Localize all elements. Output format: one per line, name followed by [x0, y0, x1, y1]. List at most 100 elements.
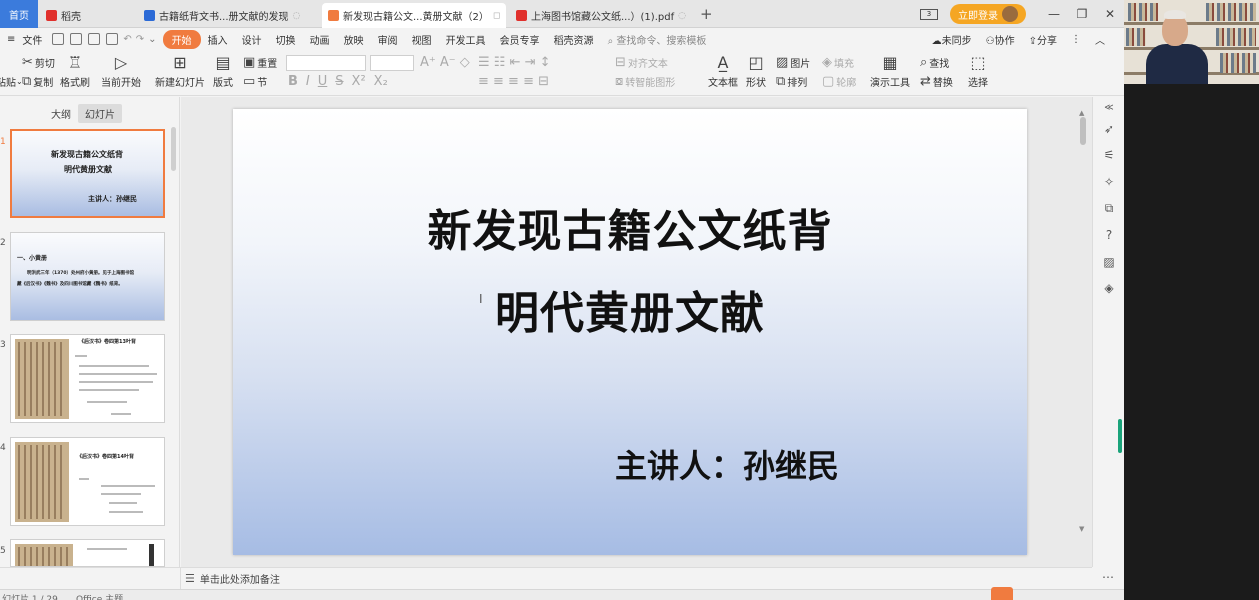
slide-thumbnail-4[interactable]: 《后汉书》卷四第14叶背 — [10, 437, 165, 526]
tab-home[interactable]: 首页 — [0, 0, 38, 28]
font-size-controls[interactable]: A⁺ A⁻ ◇ — [420, 55, 472, 70]
play-from-current-button[interactable]: ▷ 当前开始 — [101, 53, 141, 89]
login-button[interactable]: 立即登录 — [950, 4, 1026, 24]
font-size-select[interactable] — [370, 55, 414, 71]
format-painter-button[interactable]: ♖ 格式刷 — [60, 53, 90, 89]
strike-button[interactable]: S — [335, 74, 343, 89]
slide-title-line-2[interactable]: 明代黄册文献 — [233, 277, 1027, 341]
slide-thumbnail-1[interactable]: 新发现古籍公文纸背 明代黄册文献 主讲人：孙继民 — [10, 129, 165, 218]
image-tool-icon[interactable]: ▨ — [1101, 254, 1117, 270]
command-search[interactable]: ⌕ 查找命令、搜索模板 — [601, 32, 714, 47]
outline-button[interactable]: ▢ 轮廓 — [822, 74, 856, 89]
tab-view[interactable]: 视图 — [405, 32, 439, 47]
help-icon[interactable]: ? — [1101, 227, 1117, 243]
tab-docer[interactable]: 稻壳 — [40, 3, 136, 28]
collapse-panel-icon[interactable]: ≪ — [1101, 100, 1117, 116]
align-text-icon: ⊟ — [615, 55, 626, 70]
tab-review[interactable]: 审阅 — [371, 32, 405, 47]
tab-transition[interactable]: 切换 — [269, 32, 303, 47]
scroll-down-icon[interactable]: ▼ — [1079, 525, 1084, 533]
export-pdf-icon[interactable] — [70, 33, 83, 45]
restore-icon[interactable]: ❐ — [1068, 7, 1096, 21]
copy-button[interactable]: ⧉ 复制 — [22, 74, 53, 89]
tab-doc-1[interactable]: 古籍纸背文书...册文献的发现 ◌ — [138, 3, 318, 28]
redo-icon[interactable]: ↷ — [134, 34, 146, 45]
new-tab-button[interactable]: + — [700, 5, 713, 23]
align-controls[interactable]: ≡ ≡ ≡ ≡ ⊟ — [478, 74, 551, 89]
close-window-icon[interactable]: ✕ — [1096, 7, 1124, 21]
collab-button[interactable]: ⚇协作 — [979, 32, 1022, 47]
more-icon[interactable]: ⋮ — [1064, 34, 1088, 45]
tab-animation[interactable]: 动画 — [303, 32, 337, 47]
share-button[interactable]: ⇪分享 — [1022, 32, 1064, 47]
tab-start[interactable]: 开始 — [162, 29, 201, 49]
underline-button[interactable]: U — [318, 74, 328, 89]
slide-thumbnail-2[interactable]: 一、小黄册 明洪武三年（1370）处州府小黄册。见于上海图书馆 藏《后汉书》《魏… — [10, 232, 165, 321]
scroll-up-icon[interactable]: ▲ — [1079, 109, 1084, 117]
tab-label: 上海图书馆藏公文纸...）(1).pdf — [531, 12, 675, 23]
reset-button[interactable]: ▣ 重置 — [243, 55, 277, 70]
arrange-button[interactable]: ⧉ 排列 — [776, 74, 807, 89]
shape-button[interactable]: ◰ 形状 — [746, 53, 766, 89]
hamburger-icon[interactable]: ≡ — [0, 34, 22, 45]
tab-developer[interactable]: 开发工具 — [439, 32, 493, 47]
tab-slideshow[interactable]: 放映 — [337, 32, 371, 47]
cut-button[interactable]: ✂ 剪切 — [22, 55, 55, 70]
cloud-icon: ☁ — [931, 35, 942, 47]
current-slide[interactable]: 新发现古籍公文纸背 明代黄册文献 I 主讲人：孙继民 — [233, 109, 1027, 555]
layout-button[interactable]: ▤ 版式 — [213, 53, 233, 89]
picture-button[interactable]: ▨ 图片 — [776, 55, 810, 70]
tab-slides[interactable]: 幻灯片 — [78, 104, 122, 123]
zoom-slider-handle[interactable] — [1118, 419, 1122, 453]
slides-icon[interactable]: ⧉ — [1101, 200, 1117, 216]
paste-button[interactable]: 粘贴 ⌄ — [0, 74, 23, 89]
bold-button[interactable]: B — [288, 74, 298, 89]
presentation-tools-button[interactable]: ▦ 演示工具 — [870, 53, 910, 89]
rocket-icon[interactable]: ➶ — [1101, 121, 1117, 137]
font-family-select[interactable] — [286, 55, 366, 71]
textbox-button[interactable]: A̲ 文本框 — [708, 53, 738, 89]
minimize-icon[interactable]: — — [1040, 7, 1068, 21]
screen-mode-icon[interactable]: 3 — [920, 8, 938, 20]
collapse-ribbon-icon[interactable]: ︿ — [1088, 32, 1112, 47]
new-slide-button[interactable]: ⊞ 新建幻灯片 — [155, 53, 205, 89]
slide-title-line-1[interactable]: 新发现古籍公文纸背 — [233, 195, 1027, 259]
fill-button[interactable]: ◈ 填充 — [822, 55, 854, 70]
slide-number: 3 — [0, 340, 6, 350]
select-button[interactable]: ⬚ 选择 — [968, 53, 988, 89]
slide-thumbnail-5[interactable] — [10, 539, 165, 567]
pin-icon[interactable]: ✧ — [1101, 174, 1117, 190]
section-button[interactable]: ▭ 节 — [243, 74, 267, 89]
italic-button[interactable]: I — [306, 74, 310, 89]
tab-member[interactable]: 会员专享 — [493, 32, 547, 47]
tab-design[interactable]: 设计 — [235, 32, 269, 47]
print-preview-icon[interactable] — [106, 33, 119, 45]
undo-icon[interactable]: ↶ — [121, 34, 133, 45]
align-text-button[interactable]: ⊟ 对齐文本 — [615, 55, 668, 70]
location-icon[interactable]: ◈ — [1101, 280, 1117, 296]
adjust-icon[interactable]: ⚟ — [1101, 147, 1117, 163]
tab-presentation-active[interactable]: 新发现古籍公文...黄册文献（2） ◻ ✕ — [322, 3, 506, 28]
more-options-icon[interactable]: ⋯ — [1092, 567, 1124, 589]
copy-icon: ⧉ — [22, 74, 32, 89]
file-menu[interactable]: 文件 — [22, 32, 49, 47]
save-icon[interactable] — [52, 33, 65, 45]
quick-access-dropdown-icon[interactable]: ⌄ — [146, 34, 162, 45]
thumbnail-scrollbar[interactable] — [171, 127, 176, 171]
superscript-button[interactable]: X² — [352, 74, 366, 89]
tab-docer-resources[interactable]: 稻壳资源 — [547, 32, 601, 47]
canvas-vertical-scrollbar[interactable]: ▲ ▼ — [1079, 109, 1087, 559]
tab-outline[interactable]: 大纲 — [44, 104, 78, 123]
sync-button[interactable]: ☁未同步 — [925, 32, 979, 47]
subscript-button[interactable]: X₂ — [374, 74, 388, 89]
slide-thumbnail-3[interactable]: 《后汉书》卷四第13叶背 — [10, 334, 165, 423]
replace-button[interactable]: ⇄ 替换 — [920, 74, 953, 89]
list-controls[interactable]: ☰ ☷ ⇤ ⇥ ↕ — [478, 55, 553, 70]
notes-bar[interactable]: ☰ 单击此处添加备注 — [181, 567, 1092, 589]
tab-pdf[interactable]: 上海图书馆藏公文纸...）(1).pdf ◌ — [510, 3, 696, 28]
tab-insert[interactable]: 插入 — [201, 32, 235, 47]
print-icon[interactable] — [88, 33, 101, 45]
smartart-button[interactable]: ⧇ 转智能图形 — [615, 74, 675, 89]
slide-speaker-text[interactable]: 主讲人：孙继民 — [615, 441, 839, 487]
find-button[interactable]: ⌕ 查找 — [920, 55, 949, 70]
